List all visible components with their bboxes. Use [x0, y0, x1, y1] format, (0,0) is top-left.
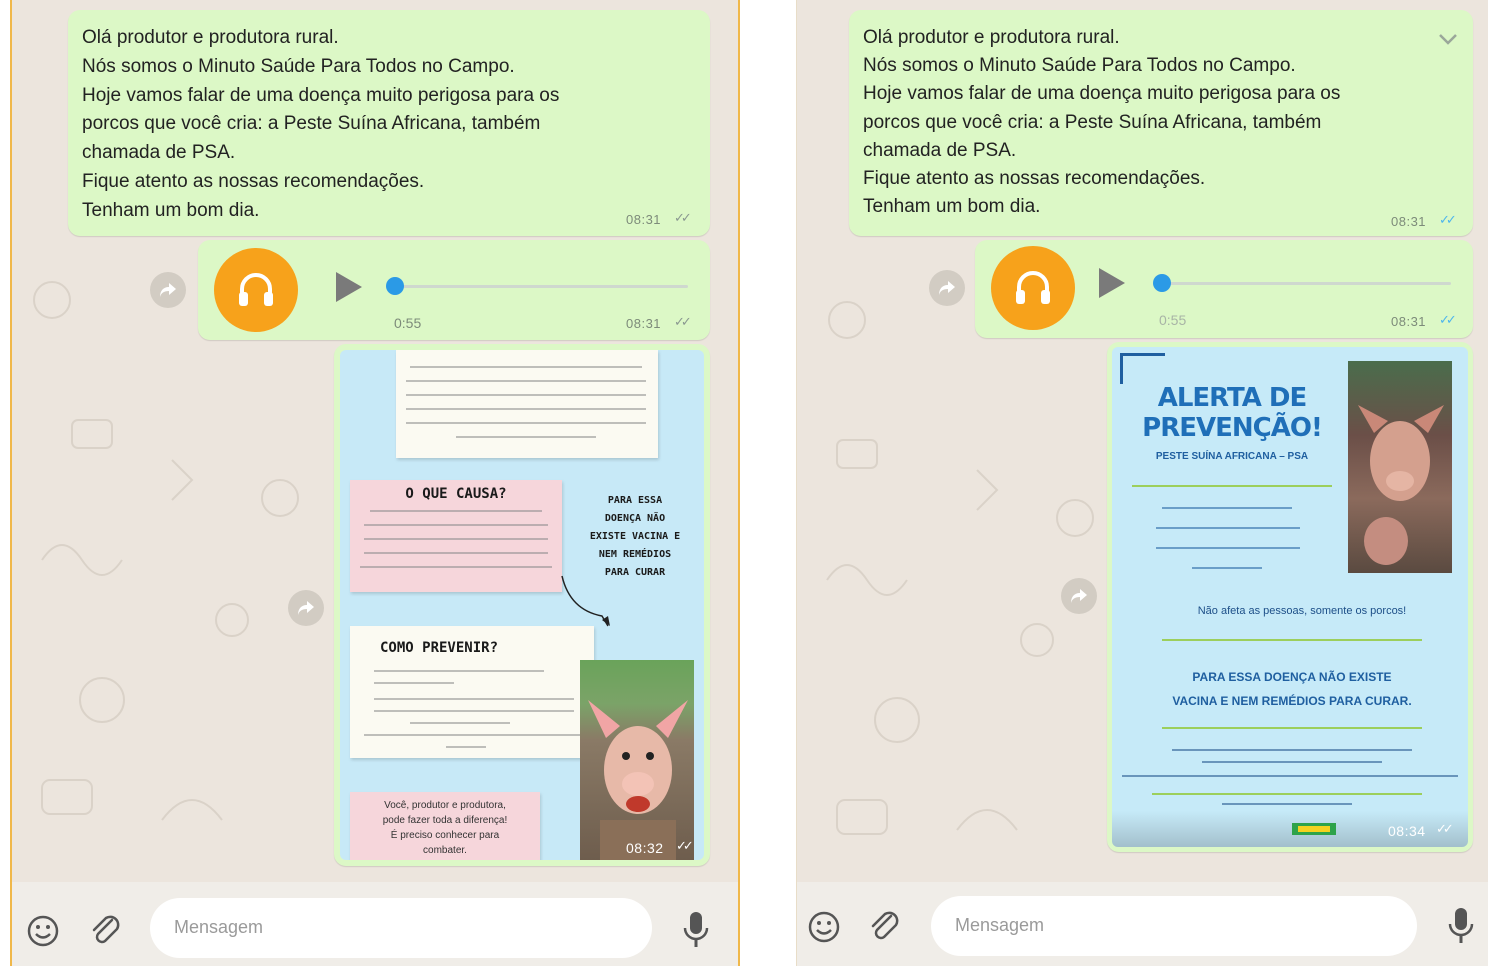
- infographic-image[interactable]: O QUE CAUSA? PARA ESSA DOENÇA NÃO EXISTE…: [340, 350, 704, 860]
- card-causa-title: O QUE CAUSA?: [405, 486, 507, 502]
- forward-icon[interactable]: [929, 270, 965, 306]
- message-text: Olá produtor e produtora rural. Nós somo…: [863, 27, 1341, 218]
- image-time: 08:34: [1388, 823, 1426, 839]
- poster-subtitle: PESTE SUÍNA AFRICANA – PSA: [1155, 451, 1309, 462]
- message-input-placeholder: Mensagem: [955, 915, 1045, 935]
- poster-title-line1: ALERTA DE: [1157, 383, 1308, 413]
- emoji-icon[interactable]: [26, 914, 60, 948]
- audio-progress-track[interactable]: [394, 285, 688, 288]
- poster-image[interactable]: ALERTA DE PREVENÇÃO! PESTE SUÍNA AFRICAN…: [1112, 347, 1468, 847]
- image-message-bubble[interactable]: ALERTA DE PREVENÇÃO! PESTE SUÍNA AFRICAN…: [1107, 342, 1473, 852]
- card-intro: [396, 350, 658, 458]
- double-check-icon: ✓✓: [1439, 212, 1457, 227]
- forward-icon[interactable]: [288, 590, 324, 626]
- message-time: 08:31: [1391, 214, 1427, 229]
- card-produtor: Você, produtor e produtora, pode fazer t…: [350, 792, 540, 860]
- message-input[interactable]: Mensagem: [931, 896, 1417, 956]
- audio-avatar: [214, 248, 298, 332]
- audio-duration: 0:55: [394, 315, 422, 331]
- text-message-bubble[interactable]: Olá produtor e produtora rural. Nós somo…: [849, 10, 1473, 236]
- card-prevenir-title: COMO PREVENIR?: [380, 640, 499, 656]
- card-produtor-text: Você, produtor e produtora, pode fazer t…: [382, 800, 508, 856]
- arrow-doodle: [561, 575, 610, 627]
- message-text: Olá produtor e produtora rural. Nós somo…: [82, 27, 560, 221]
- text-message-bubble[interactable]: Olá produtor e produtora rural. Nós somo…: [68, 10, 710, 236]
- audio-progress-track[interactable]: [1161, 282, 1451, 285]
- attach-icon[interactable]: [867, 908, 901, 944]
- audio-progress-handle[interactable]: [386, 277, 404, 295]
- poster-text-3: PARA ESSA DOENÇA NÃO EXISTE VACINA E NEM…: [1172, 670, 1412, 708]
- chat-screen-right: Olá produtor e produtora rural. Nós somo…: [796, 0, 1488, 966]
- chevron-down-icon[interactable]: [1437, 32, 1459, 46]
- audio-avatar: [991, 246, 1075, 330]
- audio-message-bubble[interactable]: 0:55 08:31 ✓✓: [975, 240, 1473, 338]
- attach-icon[interactable]: [88, 912, 122, 948]
- microphone-icon[interactable]: [1447, 906, 1475, 946]
- audio-duration: 0:55: [1159, 312, 1187, 328]
- chat-screen-left: Olá produtor e produtora rural. Nós somo…: [10, 0, 740, 966]
- forward-icon[interactable]: [1061, 578, 1097, 614]
- audio-message-bubble[interactable]: 0:55 08:31 ✓✓: [198, 240, 710, 340]
- composer-bar: Mensagem: [797, 882, 1488, 966]
- image-time: 08:32: [626, 840, 664, 856]
- double-check-icon: ✓✓: [674, 314, 692, 329]
- card-causa: O QUE CAUSA?: [350, 480, 562, 592]
- double-check-icon: ✓✓: [1436, 821, 1454, 836]
- card-vacina-text: PARA ESSA DOENÇA NÃO EXISTE VACINA E NEM…: [589, 495, 681, 578]
- message-input[interactable]: Mensagem: [150, 898, 652, 958]
- audio-time: 08:31: [1391, 314, 1427, 329]
- headphones-icon: [239, 273, 273, 306]
- poster-text-2: Não afeta as pessoas, somente os porcos!: [1197, 605, 1407, 617]
- message-time: 08:31: [626, 212, 662, 227]
- message-input-placeholder: Mensagem: [174, 917, 264, 937]
- card-prevenir: COMO PREVENIR?: [350, 626, 594, 758]
- audio-time: 08:31: [626, 316, 662, 331]
- poster-title-line2: PREVENÇÃO!: [1142, 413, 1323, 443]
- double-check-icon: ✓✓: [676, 838, 694, 853]
- forward-icon[interactable]: [150, 272, 186, 308]
- microphone-icon[interactable]: [682, 910, 710, 950]
- image-message-bubble[interactable]: O QUE CAUSA? PARA ESSA DOENÇA NÃO EXISTE…: [334, 344, 710, 866]
- audio-progress-handle[interactable]: [1153, 274, 1171, 292]
- poster-logo: [1120, 353, 1165, 384]
- pig-photo: [580, 660, 694, 860]
- double-check-icon: ✓✓: [1439, 312, 1457, 327]
- double-check-icon: ✓✓: [674, 210, 692, 225]
- play-icon[interactable]: [336, 272, 362, 302]
- emoji-icon[interactable]: [807, 910, 841, 944]
- headphones-icon: [1016, 271, 1050, 304]
- play-icon[interactable]: [1099, 268, 1125, 298]
- poster-pig-photo: [1348, 361, 1452, 573]
- composer-bar: Mensagem: [12, 882, 738, 966]
